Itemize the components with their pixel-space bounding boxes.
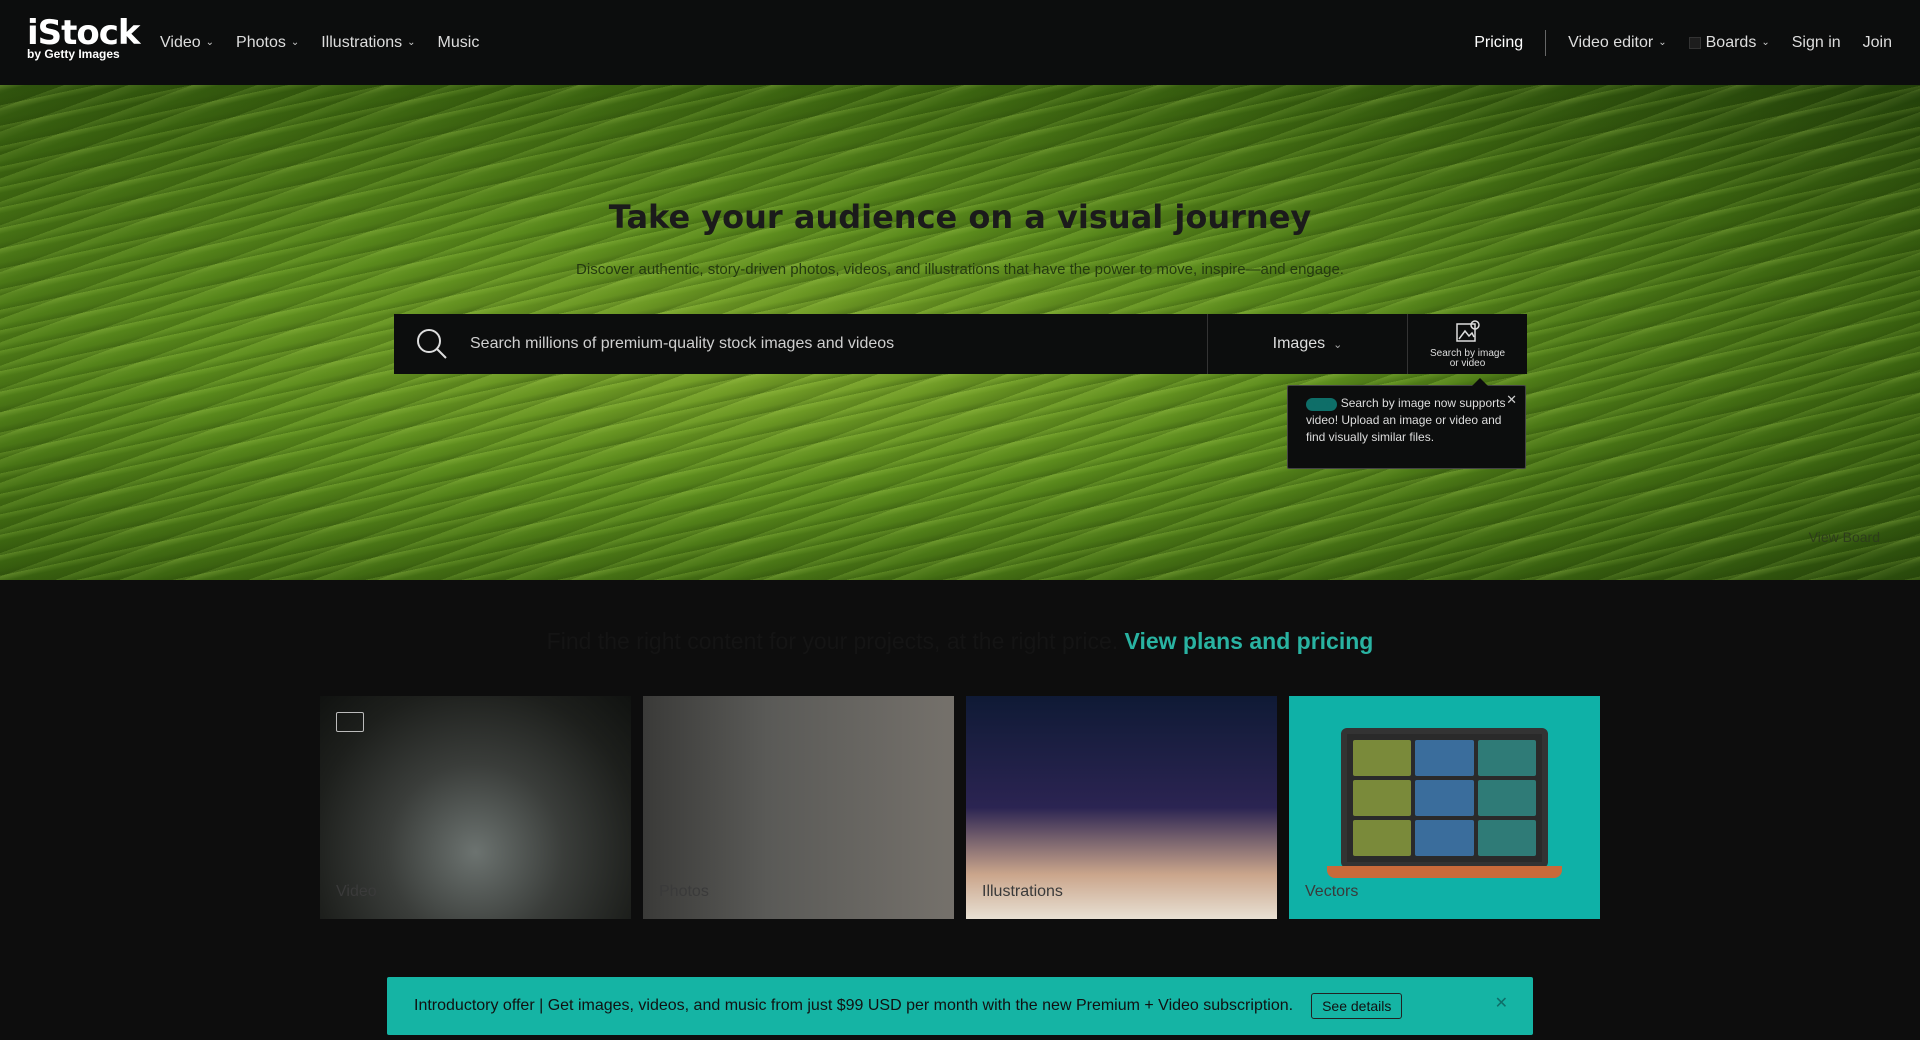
board-icon — [1688, 36, 1701, 49]
hero-section: Take your audience on a visual journey D… — [0, 85, 1920, 580]
nav-video[interactable]: Video ⌄ — [160, 34, 214, 52]
nav-photos-label: Photos — [236, 33, 286, 51]
media-type-value: Images — [1272, 335, 1326, 352]
chevron-down-icon: ⌄ — [1333, 338, 1343, 351]
nav-pricing[interactable]: Pricing — [1474, 34, 1523, 52]
close-icon[interactable]: ✕ — [1495, 993, 1508, 1013]
search-by-image-label: Search by image or video — [1429, 348, 1506, 369]
view-plans-link[interactable]: View plans and pricing — [1125, 628, 1374, 654]
nav-video-editor[interactable]: Video editor ⌄ — [1568, 34, 1667, 52]
nav-illustrations[interactable]: Illustrations ⌄ — [321, 34, 415, 52]
join-label: Join — [1862, 33, 1892, 51]
see-details-button[interactable]: See details — [1311, 993, 1403, 1019]
nav-divider — [1545, 29, 1547, 56]
video-camera-icon — [336, 712, 364, 732]
sign-in-link[interactable]: Sign in — [1792, 34, 1841, 52]
nav-music-label: Music — [437, 33, 480, 51]
chevron-down-icon: ⌄ — [1761, 37, 1770, 48]
image-search-icon — [1455, 320, 1480, 342]
hero-subtitle: Discover authentic, story-driven photos,… — [576, 261, 1344, 278]
offer-banner: Introductory offer | Get images, videos,… — [387, 977, 1533, 1035]
laptop-base — [1327, 866, 1562, 878]
nav-pricing-label: Pricing — [1474, 33, 1524, 51]
new-badge: NEW — [1306, 398, 1338, 411]
pricing-promo: Find the right content for your projects… — [0, 628, 1920, 655]
chevron-down-icon: ⌄ — [205, 37, 215, 48]
chevron-down-icon: ⌄ — [1658, 37, 1667, 48]
search-bar: Images ⌄ Search by image or video — [394, 314, 1527, 374]
nav-boards-label: Boards — [1705, 33, 1757, 51]
primary-nav: Video ⌄ Photos ⌄ Illustrations ⌄ Music — [160, 0, 479, 85]
nav-photos[interactable]: Photos ⌄ — [236, 34, 299, 52]
category-card-vectors[interactable]: Vectors — [1289, 696, 1600, 919]
view-board-link[interactable]: View Board — [1809, 529, 1880, 545]
category-card-illustrations[interactable]: Illustrations — [966, 696, 1277, 919]
search-by-image-button[interactable]: Search by image or video — [1407, 314, 1527, 374]
offer-banner-text: Introductory offer | Get images, videos,… — [414, 997, 1294, 1014]
nav-video-editor-label: Video editor — [1568, 33, 1654, 51]
card-label: Vectors — [1305, 883, 1359, 900]
chevron-down-icon: ⌄ — [407, 37, 416, 48]
card-label: Illustrations — [982, 883, 1063, 900]
media-type-select[interactable]: Images ⌄ — [1207, 314, 1407, 374]
hero-title: Take your audience on a visual journey — [608, 198, 1312, 236]
nav-music[interactable]: Music — [438, 34, 480, 52]
search-icon[interactable] — [394, 314, 470, 374]
category-card-video[interactable]: Video — [320, 696, 631, 919]
card-label: Photos — [659, 883, 709, 900]
image-search-tooltip: NEW Search by image now supports video! … — [1287, 378, 1526, 469]
istock-logo[interactable]: iStock by Getty Images — [27, 16, 141, 60]
nav-boards[interactable]: Boards ⌄ — [1688, 33, 1770, 52]
category-card-photos[interactable]: Photos — [643, 696, 954, 919]
close-icon[interactable]: ✕ — [1506, 391, 1517, 408]
nav-video-label: Video — [160, 33, 201, 51]
search-input[interactable] — [470, 314, 1207, 374]
chevron-down-icon: ⌄ — [290, 37, 300, 48]
join-link[interactable]: Join — [1863, 34, 1892, 52]
top-navigation: iStock by Getty Images Video ⌄ Photos ⌄ … — [0, 0, 1920, 85]
card-label: Video — [336, 883, 377, 900]
account-nav: Pricing Video editor ⌄ Boards ⌄ Sign in … — [1474, 0, 1892, 85]
nav-illustrations-label: Illustrations — [321, 33, 403, 51]
category-cards: Video Photos Illustrations Vectors — [320, 696, 1600, 919]
pricing-promo-text: Find the right content for your projects… — [546, 628, 1119, 654]
laptop-illustration — [1341, 728, 1548, 868]
sign-in-label: Sign in — [1791, 33, 1841, 51]
